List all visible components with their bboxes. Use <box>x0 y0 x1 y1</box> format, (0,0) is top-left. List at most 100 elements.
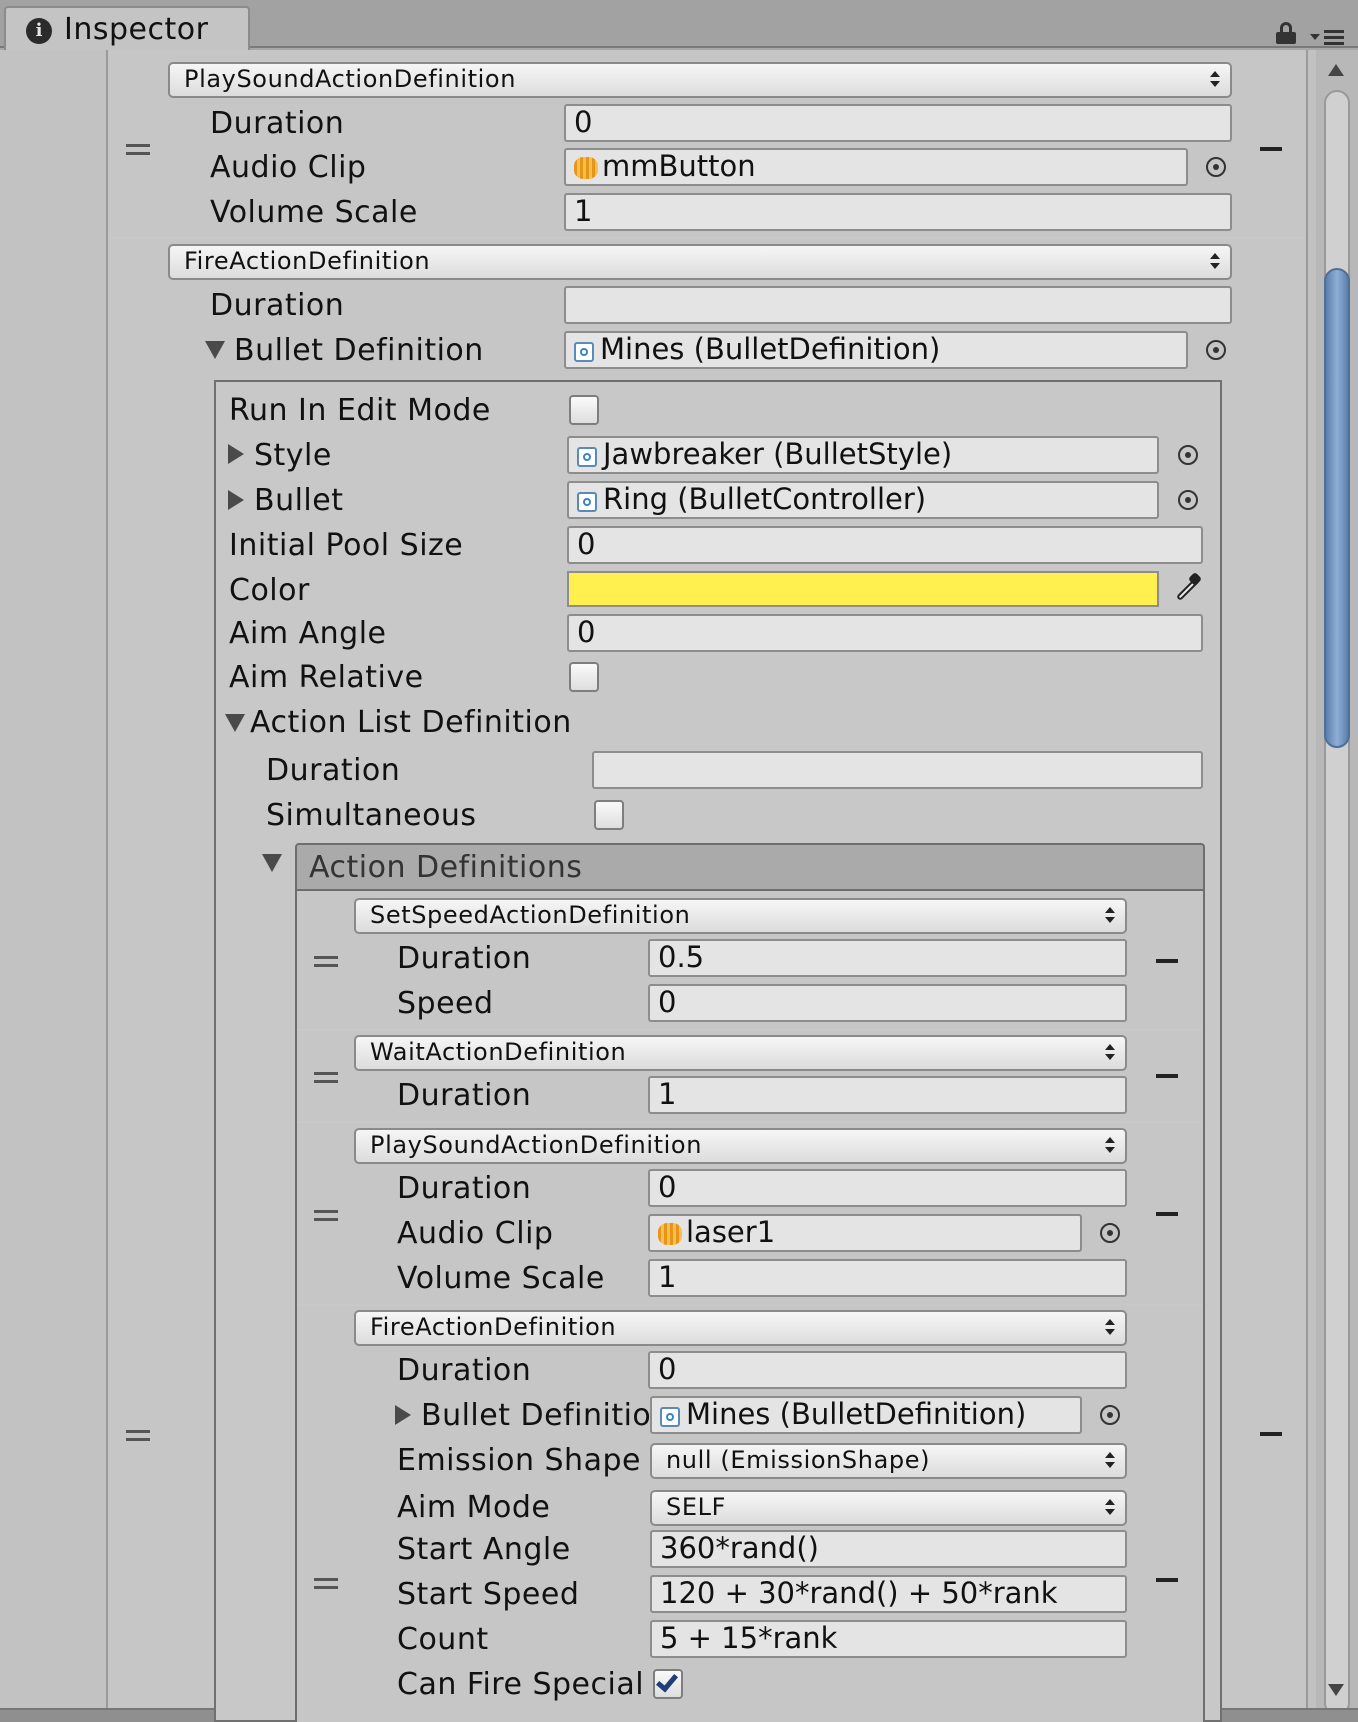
style-value: Jawbreaker (BulletStyle) <box>603 437 953 471</box>
bullet-definition-field[interactable]: Mines (BulletDefinition) <box>650 1396 1082 1434</box>
bullet-value: Ring (BulletController) <box>603 482 927 516</box>
volume-scale-label: Volume Scale <box>397 1261 605 1296</box>
aim-relative-checkbox[interactable] <box>569 662 599 692</box>
foldout-collapsed-icon[interactable] <box>228 490 244 510</box>
action-type-label: FireActionDefinition <box>370 1313 617 1341</box>
dropdown-arrow-icon <box>1105 1132 1115 1158</box>
audio-clip-label: Audio Clip <box>397 1216 554 1251</box>
bullet-definition-value: Mines (BulletDefinition) <box>686 1397 1027 1431</box>
start-speed-field[interactable]: 120 + 30*rand() + 50*rank <box>650 1575 1127 1613</box>
action-list-definition-label[interactable]: Action List Definition <box>250 705 572 741</box>
duration-label: Duration <box>397 1353 532 1388</box>
bullet-field[interactable]: Ring (BulletController) <box>567 481 1159 519</box>
can-fire-special-checkbox[interactable] <box>653 1669 683 1699</box>
action-type-dropdown[interactable]: PlaySoundActionDefinition <box>354 1128 1127 1164</box>
speed-field[interactable]: 0 <box>648 984 1127 1022</box>
drag-handle-icon[interactable] <box>314 1072 338 1083</box>
aim-mode-value: SELF <box>666 1493 726 1521</box>
duration-field[interactable]: 1 <box>648 1076 1127 1114</box>
foldout-expanded-icon[interactable] <box>225 714 245 732</box>
drag-handle-icon[interactable] <box>314 1578 338 1589</box>
start-angle-label: Start Angle <box>397 1532 571 1567</box>
audio-clip-field[interactable]: laser1 <box>648 1214 1082 1252</box>
object-picker-icon[interactable] <box>1178 445 1198 465</box>
drag-handle-icon[interactable] <box>314 956 338 967</box>
foldout-expanded-icon[interactable] <box>205 341 225 359</box>
bullet-definition-label[interactable]: Bullet Definition <box>234 333 484 369</box>
emission-shape-dropdown[interactable]: null (EmissionShape) <box>650 1443 1127 1479</box>
dropdown-arrow-icon <box>1105 1494 1115 1520</box>
color-swatch-field[interactable] <box>567 571 1159 607</box>
action-type-dropdown[interactable]: PlaySoundActionDefinition <box>168 62 1232 98</box>
count-label: Count <box>397 1622 489 1657</box>
bullet-definition-label[interactable]: Bullet Definition <box>421 1398 671 1434</box>
duration-field[interactable] <box>564 286 1232 324</box>
scriptable-object-icon <box>577 492 597 512</box>
foldout-collapsed-icon[interactable] <box>228 444 244 464</box>
object-picker-icon[interactable] <box>1100 1405 1120 1425</box>
audio-clip-label: Audio Clip <box>210 150 367 185</box>
lock-icon[interactable] <box>1276 22 1296 44</box>
scrollbar[interactable] <box>1316 50 1358 1722</box>
remove-element-button[interactable] <box>1260 147 1282 151</box>
aim-angle-field[interactable]: 0 <box>567 614 1203 652</box>
foldout-collapsed-icon[interactable] <box>395 1405 411 1425</box>
duration-field[interactable]: 0 <box>648 1351 1127 1389</box>
scrollbar-thumb[interactable] <box>1324 268 1350 748</box>
style-label[interactable]: Style <box>254 438 332 474</box>
action-type-label: SetSpeedActionDefinition <box>370 901 691 929</box>
object-picker-icon[interactable] <box>1100 1223 1120 1243</box>
eyedropper-icon[interactable] <box>1168 571 1204 608</box>
action-definitions-header[interactable]: Action Definitions <box>295 843 1205 891</box>
drag-handle-icon[interactable] <box>126 1430 150 1441</box>
count-field[interactable]: 5 + 15*rank <box>650 1620 1127 1658</box>
duration-label: Duration <box>397 1078 532 1113</box>
remove-element-button[interactable] <box>1156 1212 1178 1216</box>
scroll-up-arrow[interactable] <box>1328 64 1344 76</box>
action-type-dropdown[interactable]: SetSpeedActionDefinition <box>354 898 1127 934</box>
duration-field[interactable]: 0 <box>564 104 1232 142</box>
action-type-dropdown[interactable]: FireActionDefinition <box>354 1310 1127 1346</box>
duration-label: Duration <box>210 288 345 323</box>
scriptable-object-icon <box>574 342 594 362</box>
action-type-dropdown[interactable]: WaitActionDefinition <box>354 1035 1127 1071</box>
object-picker-icon[interactable] <box>1178 490 1198 510</box>
remove-element-button[interactable] <box>1260 1432 1282 1436</box>
volume-scale-label: Volume Scale <box>210 195 418 230</box>
duration-field[interactable]: 0 <box>648 1169 1127 1207</box>
bullet-label[interactable]: Bullet <box>254 483 343 519</box>
drag-handle-icon[interactable] <box>314 1210 338 1221</box>
duration-field[interactable]: 0.5 <box>648 939 1127 977</box>
foldout-expanded-icon[interactable] <box>262 854 282 872</box>
action-type-dropdown[interactable]: FireActionDefinition <box>168 244 1232 280</box>
run-in-edit-mode-label: Run In Edit Mode <box>229 393 491 428</box>
aim-mode-dropdown[interactable]: SELF <box>650 1490 1127 1526</box>
bullet-definition-field[interactable]: Mines (BulletDefinition) <box>564 331 1188 369</box>
object-picker-icon[interactable] <box>1206 340 1226 360</box>
inspector-tab[interactable]: i Inspector <box>4 6 250 50</box>
emission-shape-label: Emission Shape <box>397 1443 641 1478</box>
run-in-edit-mode-checkbox[interactable] <box>569 395 599 425</box>
duration-label: Duration <box>266 753 401 788</box>
action-type-label: PlaySoundActionDefinition <box>184 65 517 93</box>
scroll-down-arrow[interactable] <box>1328 1684 1344 1696</box>
simultaneous-checkbox[interactable] <box>594 800 624 830</box>
remove-element-button[interactable] <box>1156 959 1178 963</box>
element-divider <box>297 1029 1203 1031</box>
can-fire-special-label: Can Fire Special <box>397 1667 645 1702</box>
volume-scale-field[interactable]: 1 <box>648 1259 1127 1297</box>
duration-field[interactable] <box>592 751 1203 789</box>
initial-pool-size-field[interactable]: 0 <box>567 526 1203 564</box>
drag-handle-icon[interactable] <box>126 144 150 155</box>
audio-clip-field[interactable]: mmButton <box>564 148 1188 186</box>
style-field[interactable]: Jawbreaker (BulletStyle) <box>567 436 1159 474</box>
menu-icon[interactable] <box>1310 26 1348 46</box>
start-angle-field[interactable]: 360*rand() <box>650 1530 1127 1568</box>
volume-scale-field[interactable]: 1 <box>564 193 1232 231</box>
object-picker-icon[interactable] <box>1206 157 1226 177</box>
aim-mode-label: Aim Mode <box>397 1490 551 1525</box>
dropdown-arrow-icon <box>1210 248 1220 274</box>
audio-clip-icon <box>658 1223 682 1245</box>
remove-element-button[interactable] <box>1156 1074 1178 1078</box>
remove-element-button[interactable] <box>1156 1578 1178 1582</box>
